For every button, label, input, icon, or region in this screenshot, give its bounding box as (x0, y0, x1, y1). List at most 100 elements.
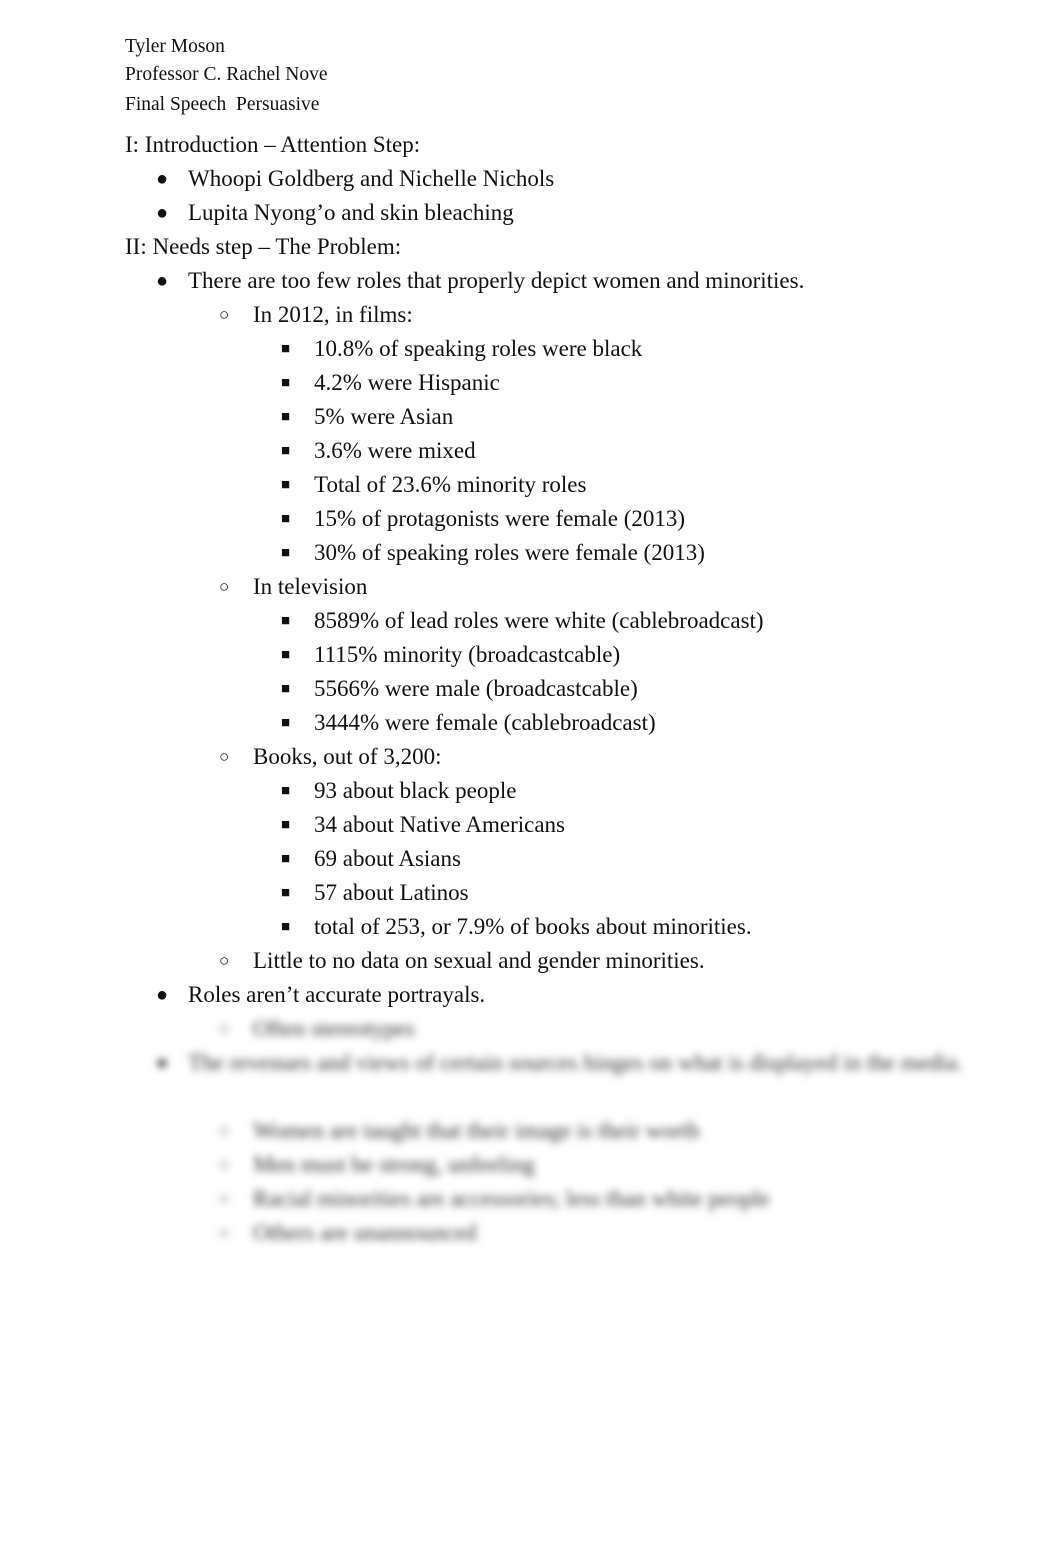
list-item-text: Others are unannounced (253, 1220, 477, 1245)
bullet-filled-circle-icon: ● (156, 1052, 169, 1074)
list-item-text: 3444% were female (cablebroadcast) (314, 710, 656, 735)
list-item: ● Roles aren’t accurate portrayals. (0, 978, 1062, 1012)
list-item: ● Lupita Nyong’o and skin bleaching (0, 196, 1062, 230)
professor-name: Professor C. Rachel Nove (125, 64, 328, 85)
bullet-hollow-circle-icon: ○ (219, 951, 230, 970)
list-item: ○ Men must be strong, unfeeling (0, 1148, 1062, 1182)
list-item-text: The revenues and views of certain source… (188, 1050, 963, 1075)
list-item-text: 34 about Native Americans (314, 812, 566, 837)
list-item-text: 57 about Latinos (314, 880, 469, 905)
list-item-text: 69 about Asians (314, 846, 461, 871)
section-heading-text: II: Needs step – The Problem: (125, 234, 402, 259)
bullet-square-icon: ■ (281, 443, 291, 459)
list-item-text: Lupita Nyong’o and skin bleaching (188, 200, 514, 225)
bullet-hollow-circle-icon: ○ (219, 1155, 230, 1174)
list-item: ■ 5566% were male (broadcastcable) (0, 672, 1062, 706)
list-item: ■ 15% of protagonists were female (2013) (0, 502, 1062, 536)
section-heading-introduction: I: Introduction – Attention Step: (0, 128, 1062, 162)
list-item-text: Total of 23.6% minority roles (314, 472, 587, 497)
section-heading-needs: II: Needs step – The Problem: (0, 230, 1062, 264)
list-item: ■ 8589% of lead roles were white (cableb… (0, 604, 1062, 638)
list-item-text: In television (253, 574, 368, 599)
bullet-square-icon: ■ (281, 477, 291, 493)
bullet-square-icon: ■ (281, 817, 291, 833)
list-item: ● The revenues and views of certain sour… (0, 1046, 1062, 1114)
bullet-square-icon: ■ (281, 647, 291, 663)
assignment-title: Final Speech Persuasive (125, 94, 320, 115)
speech-outline: I: Introduction – Attention Step: ● Whoo… (0, 128, 1062, 1250)
list-item-text: 15% of protagonists were female (2013) (314, 506, 686, 531)
list-item-text: Little to no data on sexual and gender m… (253, 948, 705, 973)
list-item: ■ total of 253, or 7.9% of books about m… (0, 910, 1062, 944)
list-item: ■ 3444% were female (cablebroadcast) (0, 706, 1062, 740)
bullet-square-icon: ■ (281, 511, 291, 527)
bullet-square-icon: ■ (281, 375, 291, 391)
list-item-text: 1115% minority (broadcastcable) (314, 642, 621, 667)
list-item-text: 3.6% were mixed (314, 438, 476, 463)
list-item-text: There are too few roles that properly de… (188, 268, 805, 293)
bullet-square-icon: ■ (281, 851, 291, 867)
bullet-hollow-circle-icon: ○ (219, 577, 230, 596)
list-item-text: 4.2% were Hispanic (314, 370, 500, 395)
bullet-square-icon: ■ (281, 885, 291, 901)
section-heading-text: I: Introduction – Attention Step: (125, 132, 421, 157)
list-item-text: 5566% were male (broadcastcable) (314, 676, 638, 701)
bullet-square-icon: ■ (281, 545, 291, 561)
list-item: ■ 1115% minority (broadcastcable) (0, 638, 1062, 672)
list-item-text: Whoopi Goldberg and Nichelle Nichols (188, 166, 555, 191)
author-name: Tyler Moson (125, 36, 225, 57)
list-item: ■ 30% of speaking roles were female (201… (0, 536, 1062, 570)
list-item: ● Whoopi Goldberg and Nichelle Nichols (0, 162, 1062, 196)
list-item: ■ 5% were Asian (0, 400, 1062, 434)
list-item: ■ 93 about black people (0, 774, 1062, 808)
list-item-text: total of 253, or 7.9% of books about min… (314, 914, 752, 939)
bullet-filled-circle-icon: ● (156, 202, 169, 224)
bullet-filled-circle-icon: ● (156, 984, 169, 1006)
list-item-text: 30% of speaking roles were female (2013) (314, 540, 705, 565)
list-item: ■ Total of 23.6% minority roles (0, 468, 1062, 502)
list-item-text: Roles aren’t accurate portrayals. (188, 982, 486, 1007)
list-item: ● There are too few roles that properly … (0, 264, 1062, 298)
list-item-text: In 2012, in films: (253, 302, 413, 327)
bullet-square-icon: ■ (281, 613, 291, 629)
document-page: Tyler Moson Professor C. Rachel Nove Fin… (0, 0, 1062, 1561)
bullet-hollow-circle-icon: ○ (219, 1019, 230, 1038)
list-item-text: Racial minorities are accessories; less … (253, 1186, 770, 1211)
list-item-text: 8589% of lead roles were white (cablebro… (314, 608, 764, 633)
list-item: ○ Women are taught that their image is t… (0, 1114, 1062, 1148)
bullet-hollow-circle-icon: ○ (219, 1223, 230, 1242)
sublist-heading-films: ○ In 2012, in films: (0, 298, 1062, 332)
blurred-preview-region: ○ Often stereotypes ● The revenues and v… (0, 1012, 1062, 1250)
bullet-square-icon: ■ (281, 783, 291, 799)
list-item: ■ 10.8% of speaking roles were black (0, 332, 1062, 366)
list-item-text: Often stereotypes (253, 1016, 415, 1041)
bullet-square-icon: ■ (281, 341, 291, 357)
list-item-text: 10.8% of speaking roles were black (314, 336, 643, 361)
list-item: ○ Others are unannounced (0, 1216, 1062, 1250)
bullet-square-icon: ■ (281, 715, 291, 731)
list-item-text: 5% were Asian (314, 404, 454, 429)
list-item: ■ 34 about Native Americans (0, 808, 1062, 842)
list-item-text: 93 about black people (314, 778, 517, 803)
list-item: ○ Often stereotypes (0, 1012, 1062, 1046)
list-item-text: Women are taught that their image is the… (253, 1118, 700, 1143)
bullet-filled-circle-icon: ● (156, 168, 169, 190)
list-item-text: Men must be strong, unfeeling (253, 1152, 535, 1177)
bullet-hollow-circle-icon: ○ (219, 1189, 230, 1208)
bullet-hollow-circle-icon: ○ (219, 1121, 230, 1140)
bullet-square-icon: ■ (281, 919, 291, 935)
list-item: ■ 69 about Asians (0, 842, 1062, 876)
bullet-square-icon: ■ (281, 409, 291, 425)
list-item: ○ Little to no data on sexual and gender… (0, 944, 1062, 978)
list-item-text: Books, out of 3,200: (253, 744, 442, 769)
list-item: ■ 4.2% were Hispanic (0, 366, 1062, 400)
bullet-hollow-circle-icon: ○ (219, 305, 230, 324)
bullet-filled-circle-icon: ● (156, 270, 169, 292)
sublist-heading-books: ○ Books, out of 3,200: (0, 740, 1062, 774)
bullet-hollow-circle-icon: ○ (219, 747, 230, 766)
list-item: ○ Racial minorities are accessories; les… (0, 1182, 1062, 1216)
list-item: ■ 3.6% were mixed (0, 434, 1062, 468)
sublist-heading-television: ○ In television (0, 570, 1062, 604)
list-item: ■ 57 about Latinos (0, 876, 1062, 910)
bullet-square-icon: ■ (281, 681, 291, 697)
